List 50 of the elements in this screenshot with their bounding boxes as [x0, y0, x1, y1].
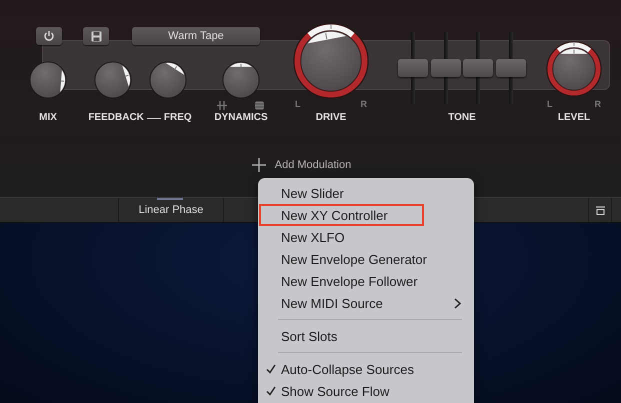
- menu-item[interactable]: Auto-Collapse Sources: [258, 358, 474, 380]
- knob-label: FEEDBACK: [88, 112, 144, 124]
- collapse-icon: [596, 206, 604, 214]
- fader-group-label: TONE: [448, 112, 476, 124]
- right-label: R: [594, 98, 601, 111]
- knob-label: DYNAMICS: [214, 112, 268, 124]
- level-knob[interactable]: [545, 40, 603, 98]
- menu-item-label: New XY Controller: [281, 208, 388, 222]
- checkmark-icon: [266, 386, 276, 396]
- menu-item[interactable]: New Slider: [258, 182, 474, 204]
- power-icon: [43, 30, 55, 42]
- menu-item-label: New Envelope Follower: [281, 274, 418, 288]
- fader-handle[interactable]: [496, 59, 526, 77]
- checkmark-icon: [266, 364, 276, 374]
- left-label: L: [295, 98, 300, 111]
- menu-item[interactable]: New XLFO: [258, 226, 474, 248]
- menu-item[interactable]: New Envelope Follower: [258, 270, 474, 292]
- dynamics-knob[interactable]: [222, 61, 260, 99]
- right-label: R: [360, 98, 367, 111]
- menu-item[interactable]: New XY Controller: [258, 204, 474, 226]
- save-button[interactable]: [83, 27, 109, 45]
- menu-item[interactable]: New Envelope Generator: [258, 248, 474, 270]
- menu-item-label: New Envelope Generator: [281, 252, 427, 266]
- mix-knob[interactable]: [29, 61, 67, 99]
- menu-item-label: New XLFO: [281, 230, 345, 244]
- knob-label: FREQ: [164, 112, 192, 124]
- add-modulation-button[interactable]: Add Modulation: [252, 158, 352, 172]
- menu-item-label: New Slider: [281, 186, 344, 200]
- knob-label: MIX: [39, 112, 57, 124]
- collapse-button[interactable]: [588, 198, 612, 222]
- plus-icon: [252, 158, 266, 172]
- left-label: L: [547, 98, 552, 111]
- menu-item-label: Sort Slots: [281, 328, 338, 344]
- menu-item-label: Auto-Collapse Sources: [281, 362, 414, 376]
- knob-label: LEVEL: [558, 112, 590, 124]
- fader-handle[interactable]: [463, 59, 494, 77]
- menu-item[interactable]: Sort Slots: [258, 325, 474, 347]
- power-button[interactable]: [36, 27, 62, 45]
- menu-item-label: Show Source Flow: [281, 384, 390, 398]
- menu-item[interactable]: Show Source Flow: [258, 380, 474, 402]
- tab[interactable]: Linear Phase: [118, 198, 224, 222]
- freq-knob[interactable]: [148, 61, 186, 99]
- knob-label: DRIVE: [316, 112, 346, 124]
- feedback-knob[interactable]: [94, 61, 132, 99]
- drive-knob[interactable]: [292, 22, 370, 100]
- menu-item[interactable]: New MIDI Source: [258, 292, 474, 314]
- menu-item-label: New MIDI Source: [281, 296, 383, 310]
- fader-handle[interactable]: [398, 59, 428, 77]
- fader-handle[interactable]: [430, 59, 461, 77]
- preset-button[interactable]: Warm Tape: [132, 27, 260, 45]
